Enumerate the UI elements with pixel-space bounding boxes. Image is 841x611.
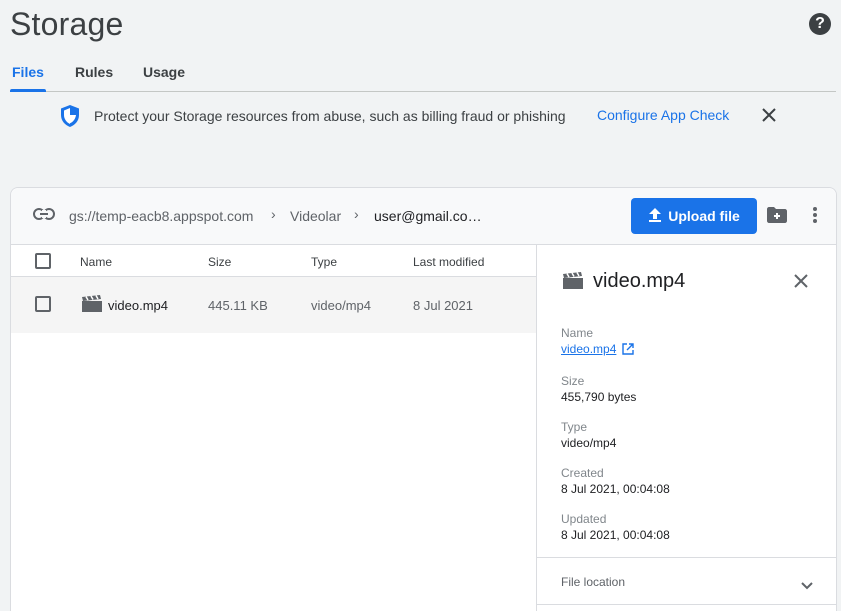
type-value: video/mp4 bbox=[561, 436, 617, 450]
type-label: Type bbox=[561, 420, 588, 434]
video-file-icon bbox=[81, 295, 103, 318]
divider bbox=[537, 557, 837, 558]
page-title: Storage bbox=[10, 6, 124, 42]
open-external-icon[interactable] bbox=[622, 343, 634, 358]
video-file-icon bbox=[562, 272, 584, 295]
size-label: Size bbox=[561, 374, 585, 388]
breadcrumb-bucket[interactable]: gs://temp-eacb8.appspot.com bbox=[69, 208, 253, 224]
breadcrumb-folder[interactable]: Videolar bbox=[290, 208, 341, 224]
close-icon[interactable] bbox=[760, 106, 778, 129]
banner-message: Protect your Storage resources from abus… bbox=[94, 108, 566, 124]
file-detail-panel: video.mp4 Name video.mp4 Size 455,790 by… bbox=[536, 245, 837, 611]
close-icon[interactable] bbox=[793, 273, 809, 294]
column-type[interactable]: Type bbox=[311, 255, 337, 269]
file-location-label[interactable]: File location bbox=[561, 575, 625, 589]
created-value: 8 Jul 2021, 00:04:08 bbox=[561, 482, 670, 496]
help-icon[interactable]: ? bbox=[809, 13, 831, 35]
detail-title: video.mp4 bbox=[593, 270, 686, 292]
tab-active-indicator bbox=[10, 89, 46, 92]
chevron-right-icon: › bbox=[271, 206, 276, 222]
size-value: 455,790 bytes bbox=[561, 390, 637, 404]
name-value: video.mp4 bbox=[561, 342, 634, 358]
storage-browser-card: gs://temp-eacb8.appspot.com › Videolar ›… bbox=[10, 187, 837, 611]
row-size: 445.11 KB bbox=[208, 298, 268, 313]
upload-icon bbox=[648, 207, 662, 226]
divider bbox=[537, 604, 837, 605]
select-all-checkbox[interactable] bbox=[35, 253, 51, 269]
configure-app-check-link[interactable]: Configure App Check bbox=[597, 107, 729, 123]
upload-file-button[interactable]: Upload file bbox=[631, 198, 757, 234]
column-last-modified[interactable]: Last modified bbox=[413, 255, 484, 269]
updated-label: Updated bbox=[561, 512, 607, 526]
row-type: video/mp4 bbox=[311, 298, 371, 313]
table-row[interactable]: video.mp4 445.11 KB video/mp4 8 Jul 2021 bbox=[11, 277, 536, 333]
tab-bar: Files Rules Usage bbox=[10, 62, 836, 92]
column-name[interactable]: Name bbox=[80, 255, 112, 269]
tab-usage[interactable]: Usage bbox=[143, 64, 185, 80]
tab-rules[interactable]: Rules bbox=[75, 64, 113, 80]
breadcrumb-current[interactable]: user@gmail.co… bbox=[374, 208, 482, 224]
folder-add-icon[interactable] bbox=[766, 206, 788, 229]
row-checkbox[interactable] bbox=[35, 296, 51, 312]
table-header: Name Size Type Last modified bbox=[11, 245, 536, 277]
download-link[interactable]: video.mp4 bbox=[561, 342, 616, 356]
file-list: Name Size Type Last modified video.mp4 4… bbox=[11, 245, 536, 611]
more-vert-icon[interactable] bbox=[812, 206, 818, 229]
toolbar: gs://temp-eacb8.appspot.com › Videolar ›… bbox=[11, 188, 836, 245]
tab-files[interactable]: Files bbox=[12, 64, 44, 80]
row-modified: 8 Jul 2021 bbox=[413, 298, 473, 313]
column-size[interactable]: Size bbox=[208, 255, 231, 269]
name-label: Name bbox=[561, 326, 594, 340]
shield-icon bbox=[60, 104, 80, 133]
upload-file-label: Upload file bbox=[668, 208, 740, 224]
link-icon[interactable] bbox=[33, 207, 55, 226]
row-name[interactable]: video.mp4 bbox=[108, 298, 168, 313]
created-label: Created bbox=[561, 466, 604, 480]
chevron-down-icon[interactable] bbox=[801, 577, 813, 595]
updated-value: 8 Jul 2021, 00:04:08 bbox=[561, 528, 670, 542]
chevron-right-icon: › bbox=[354, 206, 359, 222]
